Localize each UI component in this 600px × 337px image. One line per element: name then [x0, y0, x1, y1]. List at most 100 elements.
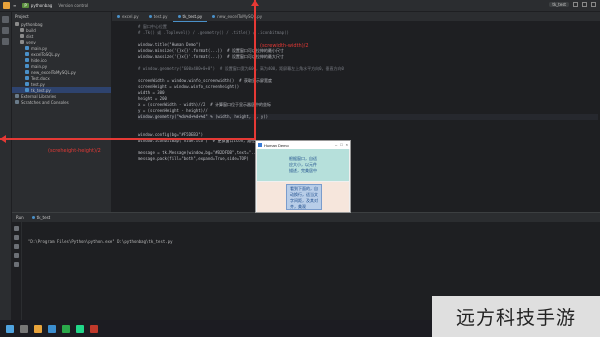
folder-icon — [20, 28, 24, 32]
library-icon — [15, 100, 19, 104]
explorer-icon[interactable] — [34, 324, 42, 333]
close-icon[interactable] — [591, 2, 596, 7]
code-area[interactable]: # 窗口中心位置 # .Tk() 或 .Toplevel() / .geometr… — [138, 24, 598, 162]
annotation-up-arrow — [251, 0, 259, 6]
project-switcher[interactable]: Ppythonbag — [22, 3, 52, 8]
python-file-icon — [117, 15, 120, 18]
editor-tab-label: tk_test.py — [182, 13, 203, 19]
tree-item-label: dist — [26, 33, 34, 39]
demo-message-text: 根据窗口，自适应大小，以元件描述，完美居中 — [289, 156, 317, 173]
file-icon — [25, 76, 29, 80]
pycharm-icon[interactable] — [76, 324, 84, 333]
app-icon[interactable] — [90, 324, 98, 333]
chrome-icon[interactable] — [62, 324, 70, 333]
print-icon[interactable] — [14, 253, 19, 258]
menu-icon[interactable]: ≡ — [13, 3, 16, 8]
app-logo-icon — [3, 2, 10, 9]
folder-icon — [15, 22, 19, 26]
windows-start-icon[interactable] — [6, 324, 14, 333]
run-header: Run tk_test — [12, 213, 600, 222]
demo-bottom-area: 看到下面的，自动换行，适当文字间距，及其对齐，美观 — [257, 182, 349, 212]
annotation-left-arrow — [0, 135, 6, 143]
human-demo-window[interactable]: Human Demo – □ × 根据窗口，自适应大小，以元件描述，完美居中 看到下… — [255, 140, 351, 213]
demo-title: Human Demo — [264, 142, 289, 148]
titlebar-right: tk_test — [549, 2, 596, 7]
tree-item-label: excelToSQL.py — [31, 51, 60, 57]
scroll-icon[interactable] — [14, 244, 19, 249]
tree-item-label: hide.ico — [31, 57, 47, 63]
annotation-horizontal-line — [0, 138, 255, 140]
project-tool-icon[interactable] — [2, 16, 9, 23]
run-toolbar — [12, 222, 22, 321]
tree-item-label: main.py — [31, 63, 48, 69]
run-tab-label: tk_test — [36, 215, 51, 220]
editor-tab[interactable]: new_excelToMySQL.py — [207, 12, 267, 22]
stop-icon[interactable] — [14, 235, 19, 240]
library-icon — [15, 94, 19, 98]
trash-icon[interactable] — [14, 262, 19, 267]
vcs-widget[interactable]: Version control — [58, 3, 88, 8]
file-icon — [25, 64, 29, 68]
maximize-icon[interactable]: □ — [340, 142, 342, 147]
project-badge: P — [22, 3, 29, 8]
editor: excel.py test.py tk_test.py new_excelToMySQ… — [112, 12, 600, 212]
python-file-icon — [212, 15, 216, 18]
editor-tab-label: excel.py — [122, 14, 139, 19]
tree-item-label: Test.docx — [31, 75, 50, 81]
project-panel-header[interactable]: Project — [12, 12, 111, 21]
editor-tab-label: test.py — [153, 14, 168, 19]
main-menu[interactable]: ≡ — [13, 3, 16, 8]
title-bar: ≡ Ppythonbag Version control tk_test — [0, 0, 600, 12]
annotation-height-label: (screheight-height)/2 — [48, 148, 101, 154]
annotation-vertical-line — [254, 0, 256, 140]
minimize-icon[interactable] — [573, 2, 578, 7]
run-tab[interactable]: tk_test — [31, 215, 51, 220]
watermark: 远方科技手游 — [432, 296, 600, 337]
tree-item-label: new_excelToMySQL.py — [31, 69, 76, 75]
project-name: pythonbag — [30, 3, 53, 8]
run-output: "D:\Program Files\Python\python.exe" D:\… — [28, 239, 173, 244]
demo-titlebar[interactable]: Human Demo – □ × — [256, 141, 350, 149]
tree-item-label: main.py — [31, 45, 48, 51]
tree-item-label: build — [26, 27, 36, 33]
python-icon — [31, 216, 35, 219]
tree-item-label: External Libraries — [21, 93, 57, 99]
code-line: message.pack(fill="both",expand=True,sid… — [138, 156, 249, 161]
edge-icon[interactable] — [48, 324, 56, 333]
tool-window-strip — [0, 12, 12, 320]
editor-tabs: excel.py test.py tk_test.py new_excelToMySQ… — [112, 12, 600, 22]
folder-icon — [20, 40, 24, 44]
file-icon — [25, 58, 29, 62]
tree-item-label: venv — [26, 39, 36, 45]
rerun-icon[interactable] — [14, 226, 19, 231]
maximize-icon[interactable] — [582, 2, 587, 7]
editor-tab[interactable]: excel.py — [112, 12, 144, 22]
project-panel: Project pythonbag build dist venv main.py exc… — [12, 12, 112, 212]
demo-window-controls: – □ × — [335, 142, 348, 147]
bookmarks-tool-icon[interactable] — [2, 38, 9, 45]
python-file-icon — [148, 15, 152, 18]
file-icon — [25, 52, 29, 56]
editor-tab[interactable]: test.py — [144, 12, 173, 22]
folder-icon — [20, 34, 24, 38]
close-icon[interactable]: × — [346, 142, 348, 147]
line-gutter — [112, 22, 134, 212]
tree-item-label: tk_test.py — [31, 87, 51, 93]
search-icon[interactable] — [20, 324, 28, 333]
demo-button[interactable]: 看到下面的，自动换行，适当文字间距，及其对齐，美观 — [286, 184, 322, 210]
tree-item[interactable]: Scratches and Consoles — [12, 99, 111, 105]
tree-item-label: test.py — [31, 81, 45, 87]
feather-icon — [258, 143, 262, 147]
file-icon — [25, 70, 29, 74]
structure-tool-icon[interactable] — [2, 27, 9, 34]
file-icon — [25, 88, 29, 92]
tree-item-label: Scratches and Consoles — [21, 99, 69, 105]
python-file-icon — [177, 14, 181, 18]
minimize-icon[interactable]: – — [335, 142, 337, 147]
annotation-width-label: (screwidth-width)/2 — [260, 43, 309, 49]
project-tree: pythonbag build dist venv main.py excelToSQL.… — [12, 21, 111, 105]
editor-tab[interactable]: tk_test.py — [172, 12, 208, 22]
demo-message: 根据窗口，自适应大小，以元件描述，完美居中 — [257, 149, 349, 181]
tree-item-label: pythonbag — [21, 21, 43, 27]
run-config-selector[interactable]: tk_test — [549, 2, 569, 7]
